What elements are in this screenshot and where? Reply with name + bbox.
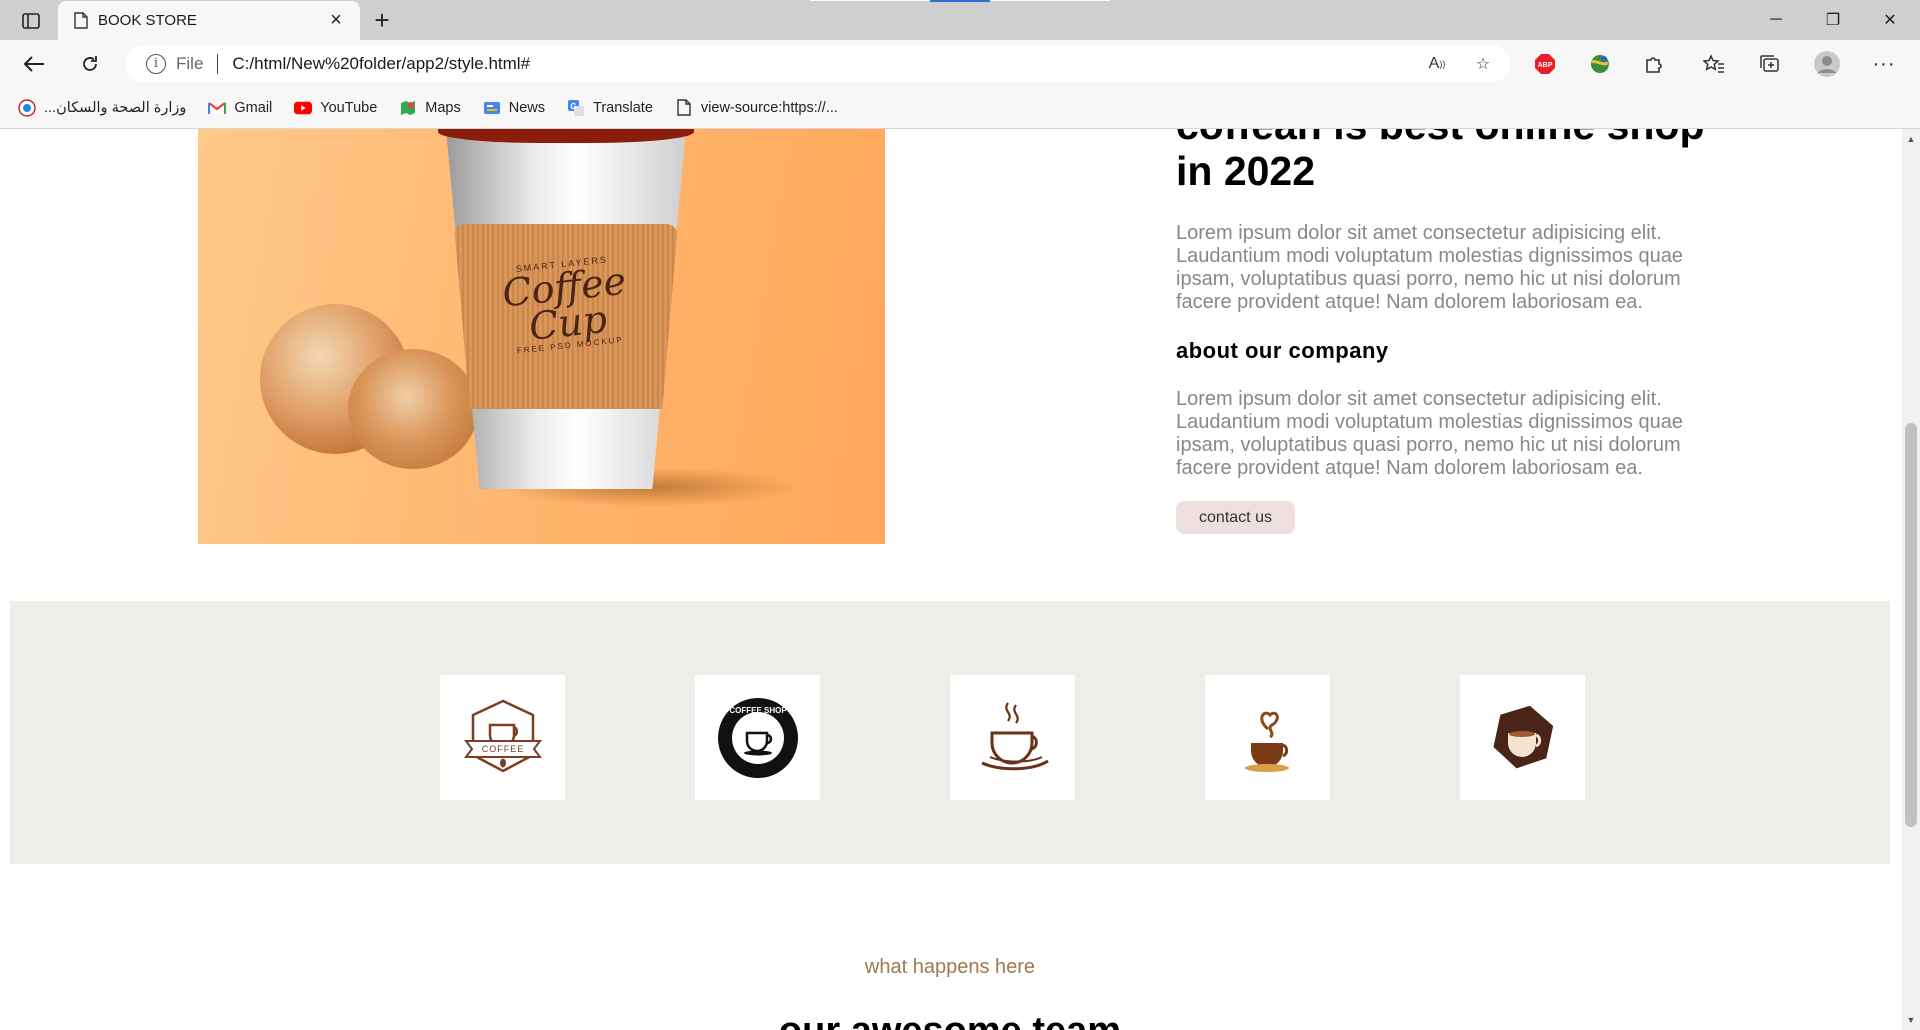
intro-paragraph: Lorem ipsum dolor sit amet consectetur a… [1176,222,1683,313]
contact-us-button[interactable]: contact us [1176,501,1295,534]
headline-line-1: coffeah is best online shop [1176,129,1705,148]
page-icon [675,99,693,117]
bookmark-view-source[interactable]: view-source:https://... [675,99,838,117]
add-favorite-icon[interactable]: ☆ [1468,49,1498,79]
about-paragraph: Lorem ipsum dolor sit amet consectetur a… [1176,388,1683,479]
bookmark-moh[interactable]: ...وزارة الصحة والسكان [18,98,187,117]
address-separator [217,53,219,74]
page-viewport: SMART LAYERS Coffee Cup FREE PSD MOCKUP … [0,129,1902,1030]
scroll-thumb[interactable] [1905,423,1917,827]
coffee-ribbon-logo-icon: COFFEE [463,699,542,772]
reload-icon [83,56,97,71]
logo-card[interactable] [1205,675,1330,800]
coffee-cup-image: SMART LAYERS Coffee Cup FREE PSD MOCKUP [438,129,694,489]
bookmark-label: News [508,99,545,116]
bookmark-news[interactable]: News [483,99,545,117]
address-scheme: File [176,53,204,73]
logo-card[interactable] [1460,675,1585,800]
more-menu-button[interactable]: ··· [1866,48,1902,80]
bookmark-youtube[interactable]: YouTube [294,99,377,117]
bookmark-label: Maps [425,99,461,116]
profile-button[interactable] [1809,48,1845,80]
new-tab-button[interactable]: + [367,5,397,35]
heart-steam-cup-logo-icon [1244,711,1289,772]
puzzle-icon [1646,57,1662,73]
close-window-button[interactable]: ✕ [1862,0,1918,40]
team-eyebrow: what happens here [864,956,1036,978]
browser-toolbar: i File C:/html/New%20folder/app2/style.h… [0,40,1920,87]
reload-button[interactable] [72,48,108,80]
bookmarks-bar: ...وزارة الصحة والسكان Gmail YouTube Map… [0,87,1920,129]
extensions-button[interactable] [1636,48,1672,80]
hero-image: SMART LAYERS Coffee Cup FREE PSD MOCKUP [198,129,885,544]
headline-line-2: in 2022 [1176,148,1316,194]
tab-close-icon[interactable]: × [324,9,348,32]
hero-headline: coffeah is best online shop in 2022 [1176,129,1716,194]
bookmark-label: view-source:https://... [700,99,838,116]
bookmark-gmail[interactable]: Gmail [208,99,272,117]
logo-card[interactable]: COFFEE [440,675,565,800]
bookmark-label: YouTube [320,99,378,116]
about-subheading: about our company [1176,338,1389,363]
globe-extension-icon [1591,55,1609,73]
read-aloud-icon[interactable]: A)) [1422,49,1452,79]
maps-icon [399,99,417,117]
tab-strip: BOOK STORE × + ─ ❐ ✕ [0,0,1920,40]
bookmark-label: ...وزارة الصحة والسكان [44,99,187,116]
address-url[interactable]: C:/html/New%20folder/app2/style.html# [232,54,530,74]
adblock-extension-button[interactable]: ABP [1527,48,1563,80]
minimize-button[interactable]: ─ [1748,0,1804,40]
page-icon [74,12,88,29]
gmail-icon [208,99,227,117]
page-scrollbar[interactable]: ▲ ▼ [1902,129,1920,1030]
bookmark-label: Gmail [234,99,273,116]
team-section-title: our awesome team [0,1010,1900,1030]
back-button[interactable] [16,48,52,80]
news-icon [483,99,501,117]
bookmark-maps[interactable]: Maps [399,99,461,117]
avatar-icon [1814,51,1840,77]
logo-text: COFFEE [481,744,524,754]
translate-icon: G [567,99,585,117]
globe-extension-button[interactable] [1582,48,1618,80]
coffee-shop-seal-logo-icon: COFFEE SHOP [717,697,798,778]
tab-title: BOOK STORE [98,12,197,29]
logo-text: COFFEE SHOP [729,706,787,715]
steaming-cup-logo-icon [980,701,1049,770]
bookmark-translate[interactable]: G Translate [567,99,653,117]
hexagon-cup-logo-icon [1492,705,1553,768]
logo-card[interactable] [950,675,1075,800]
moh-icon [18,98,36,117]
scroll-down-icon[interactable]: ▼ [1902,1012,1920,1028]
address-bar[interactable]: i File C:/html/New%20folder/app2/style.h… [126,45,1510,82]
partner-logos-band: COFFEE COFFEE SHOP [10,601,1890,864]
tab-actions-icon [22,13,40,29]
favorites-list-icon [1703,54,1724,73]
favorites-button[interactable] [1696,48,1732,80]
svg-text:ABP: ABP [1538,62,1553,69]
adblock-icon: ABP [1535,54,1555,74]
svg-text:G: G [570,102,576,111]
youtube-icon [294,99,313,117]
collections-button[interactable] [1752,48,1788,80]
back-arrow-icon [23,56,44,72]
bookmark-label: Translate [593,99,653,116]
loading-indicator [930,0,990,2]
scroll-up-icon[interactable]: ▲ [1902,131,1920,147]
restore-button[interactable]: ❐ [1805,0,1861,40]
more-icon: ··· [1872,52,1896,75]
tab-actions-button[interactable] [14,8,48,34]
collections-icon [1760,55,1779,72]
logo-card[interactable]: COFFEE SHOP [695,675,820,800]
active-tab[interactable]: BOOK STORE × [58,1,360,40]
sleeve-text: SMART LAYERS Coffee Cup FREE PSD MOCKUP [482,251,651,358]
info-icon[interactable]: i [146,53,166,74]
